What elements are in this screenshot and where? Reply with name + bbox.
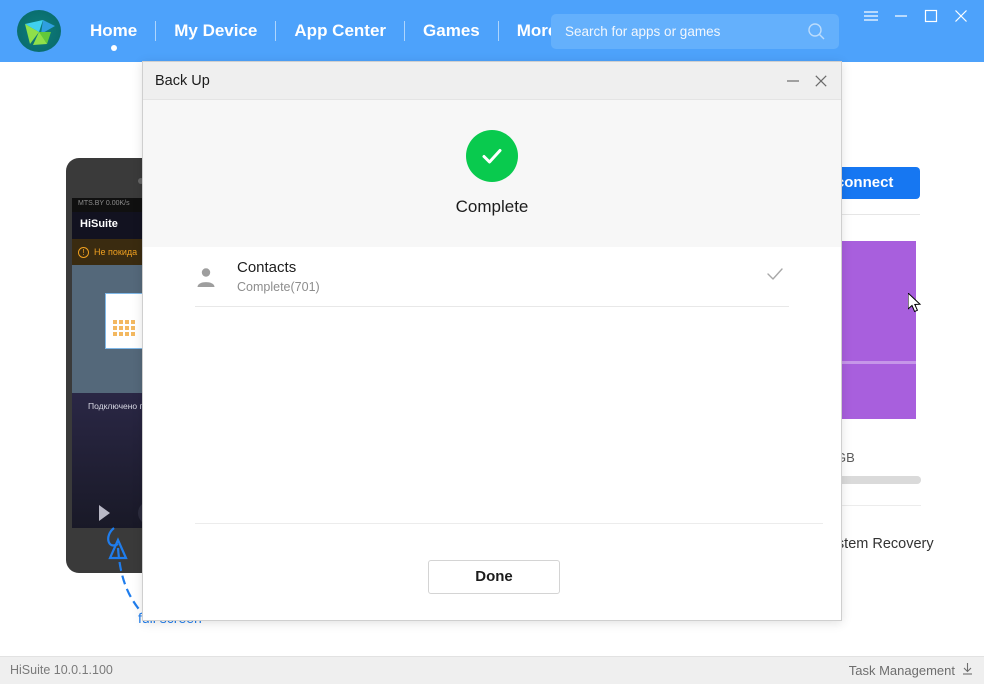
backup-item-list: Contacts Complete(701) [143, 247, 841, 307]
success-check-icon [466, 130, 518, 182]
backup-dialog: Back Up Complete Contacts Complete(701) … [142, 61, 842, 621]
item-status: Complete(701) [237, 280, 320, 294]
dialog-close-icon[interactable] [807, 67, 835, 95]
nav-item-app-center[interactable]: App Center [276, 0, 404, 62]
phone-device-graphic [105, 293, 145, 349]
nav-back-triangle-icon[interactable] [99, 505, 110, 521]
search-icon[interactable] [807, 22, 826, 46]
status-bar: HiSuite 10.0.1.100 Task Management [0, 656, 984, 684]
done-button[interactable]: Done [428, 560, 560, 594]
search-input[interactable]: Search for apps or games [551, 14, 839, 49]
dialog-status-label: Complete [455, 197, 529, 216]
nav-item-app-center-label: App Center [294, 21, 387, 40]
dialog-status-section: Complete [143, 100, 841, 247]
nav-item-my-device-label: My Device [174, 21, 258, 40]
nav-item-games[interactable]: Games [405, 0, 498, 62]
nav-items: Home My Device App Center Games More [72, 0, 577, 62]
minimize-icon[interactable] [886, 1, 916, 31]
decorative-shape [830, 361, 916, 419]
table-row: Contacts Complete(701) [195, 247, 789, 307]
phone-warning-text: Не покида [94, 247, 138, 257]
dialog-window-controls [779, 62, 835, 100]
contact-person-icon [195, 266, 237, 288]
nav-item-games-label: Games [423, 21, 480, 40]
warning-icon: ! [78, 246, 89, 258]
task-management-button[interactable]: Task Management [849, 657, 974, 684]
row-text-block: Contacts Complete(701) [237, 259, 765, 294]
hisuite-app-window: Home My Device App Center Games More Sea… [0, 0, 984, 684]
dialog-title: Back Up [155, 73, 210, 89]
search-placeholder: Search for apps or games [565, 24, 721, 39]
phone-dots-graphic [113, 320, 139, 336]
close-icon[interactable] [946, 1, 976, 31]
dialog-minimize-icon[interactable] [779, 67, 807, 95]
dialog-footer-divider [195, 523, 823, 524]
nav-item-home[interactable]: Home [72, 0, 155, 62]
download-arrow-icon [961, 657, 974, 684]
check-icon [765, 264, 789, 289]
active-indicator-dot [110, 45, 117, 51]
task-management-label: Task Management [848, 663, 955, 678]
top-navigation-bar: Home My Device App Center Games More Sea… [0, 0, 984, 62]
app-version-label: HiSuite 10.0.1.100 [10, 663, 113, 677]
window-controls [856, 0, 976, 32]
nav-item-my-device[interactable]: My Device [156, 0, 275, 62]
dialog-title-bar: Back Up [143, 62, 841, 100]
hisuite-logo-icon [17, 10, 61, 52]
item-name: Contacts [237, 259, 297, 276]
menu-icon[interactable] [856, 1, 886, 31]
mouse-pointer-icon [908, 293, 922, 313]
maximize-icon[interactable] [916, 1, 946, 31]
nav-item-home-label: Home [90, 21, 138, 40]
